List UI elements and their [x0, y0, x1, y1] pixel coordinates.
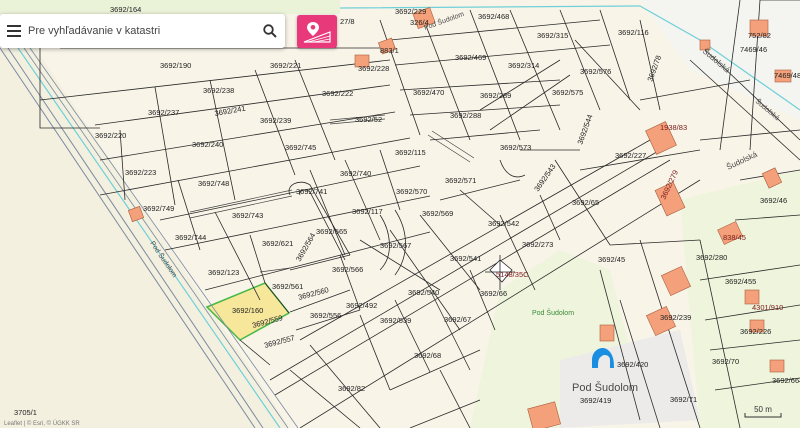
parcel-label: 3692/115: [395, 148, 426, 157]
parcel-label: 3692/82: [338, 384, 365, 393]
parcel-label: 3692/567: [380, 241, 411, 250]
parcel-label: 3692/228: [358, 64, 389, 73]
parcel-label: 3692/743: [232, 211, 263, 220]
parcel-label: 3692/575: [552, 88, 583, 97]
parcel-label: 883/1: [380, 46, 399, 55]
parcel-label: 3692/221: [270, 61, 301, 70]
parcel-label: 1938/83: [660, 123, 687, 132]
parcel-label: 3692/540: [408, 288, 439, 297]
map-pin-parcel-icon: [303, 21, 331, 43]
park-label-pod-sudolom: Pod Šudolom: [532, 308, 574, 317]
parcel-label: 3692/239: [660, 313, 691, 322]
parcel-label: 3692/748: [198, 179, 229, 188]
parcel-label: 3692/744: [175, 233, 206, 242]
building[interactable]: [599, 324, 615, 342]
parcel-label: 3692/468: [478, 12, 509, 21]
top-left-green: [0, 0, 340, 14]
parcel-label: 7469/46: [740, 45, 767, 54]
parcel-label: 3692/573: [500, 143, 531, 152]
parcel-label: 3692/542: [488, 219, 519, 228]
parcel-label: 3692/52: [355, 115, 382, 124]
parcel-label: 3692/220: [95, 131, 126, 140]
parcel-label: 3692/420: [617, 360, 648, 369]
parcel-label: 3692/160: [232, 306, 263, 315]
parcel-label: 3692/190: [160, 61, 191, 70]
parcel-label: 3692/65: [572, 198, 599, 207]
parcel-label: 3692/71: [670, 395, 697, 404]
parcel-label: 3692/469: [455, 53, 486, 62]
map-app: 3692/164 27/8 3692/229 326/4 3692/468 36…: [0, 0, 800, 428]
parcel-label: 3692/740: [340, 169, 371, 178]
hamburger-menu-icon: [7, 25, 21, 37]
place-label-pod-sudolom: Pod Šudolom: [572, 381, 638, 394]
parcel-label: 3692/749: [143, 204, 174, 213]
search-button[interactable]: [255, 14, 285, 48]
parcel-label: 3692/455: [725, 277, 756, 286]
building[interactable]: [769, 359, 785, 373]
parcel-label: 3692/123: [208, 268, 239, 277]
parcel-label: 3692/117: [352, 207, 383, 216]
parcel-label: 3692/226: [740, 327, 771, 336]
parcel-label: 3692/315: [537, 31, 568, 40]
parcel-label: 3692/664: [772, 376, 800, 385]
parcel-label: 7469/48: [774, 71, 800, 80]
parcel-label: 5148/35C: [496, 270, 529, 279]
parcel-label: 3692/66: [480, 289, 507, 298]
parcel-label: 3692/240: [192, 140, 223, 149]
parcel-label: 3692/288: [450, 111, 481, 120]
magnifier-icon: [263, 24, 277, 38]
parcel-label: 3692/116: [618, 28, 649, 37]
parcel-label: 3692/68: [414, 351, 441, 360]
green-area-east: [680, 170, 800, 428]
parcel-label: 27/8: [340, 17, 355, 26]
parcel-label: 3692/239: [260, 116, 291, 125]
parcel-label: 838/45: [723, 233, 746, 242]
parcel-layer-button[interactable]: [297, 15, 337, 48]
parcel-label: 3692/273: [522, 240, 553, 249]
parcel-label: 3692/280: [696, 253, 727, 262]
scale-label: 50 m: [754, 405, 772, 414]
parcel-label: 3692/565: [316, 227, 347, 236]
parcel-label: 3692/569: [422, 209, 453, 218]
parcel-label: 752/82: [748, 31, 771, 40]
menu-button[interactable]: [0, 14, 28, 48]
parcel-label: 3692/314: [508, 61, 539, 70]
parcel-label: 3692/164: [110, 5, 141, 14]
parcel-label: 3692/289: [480, 91, 511, 100]
parcel-label: 3692/571: [445, 176, 476, 185]
parcel-label: 3692/223: [125, 168, 156, 177]
parcel-label: 3705/1: [14, 408, 37, 417]
parcel-label: 3692/556: [310, 311, 341, 320]
parcel-label: 3692/237: [148, 108, 179, 117]
cadastral-map[interactable]: 3692/164 27/8 3692/229 326/4 3692/468 36…: [0, 0, 800, 428]
search-input[interactable]: [28, 16, 255, 46]
parcel-label: 3692/539: [380, 316, 411, 325]
parcel-label: 3692/46: [760, 196, 787, 205]
parcel-label: 3692/566: [332, 265, 363, 274]
parcel-label: 4301/910: [752, 303, 783, 312]
parcel-label: 3692/621: [262, 239, 293, 248]
parcel-label: 3692/45: [598, 255, 625, 264]
parcel-label: 3692/222: [322, 89, 353, 98]
parcel-label: 3692/576: [580, 67, 611, 76]
building[interactable]: [744, 289, 760, 305]
parcel-label: 3692/492: [346, 301, 377, 310]
search-bar: [0, 14, 285, 48]
parcel-label: 3692/541: [450, 254, 481, 263]
parcel-label: 3692/561: [272, 282, 303, 291]
parcel-label: 3692/470: [413, 88, 444, 97]
scale-indicator: 50 m: [745, 405, 781, 417]
parcel-label: 3692/419: [580, 396, 611, 405]
map-attribution: Leaflet | © Esri, © ÚGKK SR: [4, 421, 80, 427]
parcel-label: 3692/238: [203, 86, 234, 95]
parcel-label: 3692/67: [444, 315, 471, 324]
parcel-label: 3692/741: [296, 187, 327, 196]
parcel-label: 3692/229: [395, 7, 426, 16]
parcel-label: 3692/70: [712, 357, 739, 366]
parcel-label: 3692/227: [615, 151, 646, 160]
parcel-label: 3692/745: [285, 143, 316, 152]
parcel-label: 3692/570: [396, 187, 427, 196]
